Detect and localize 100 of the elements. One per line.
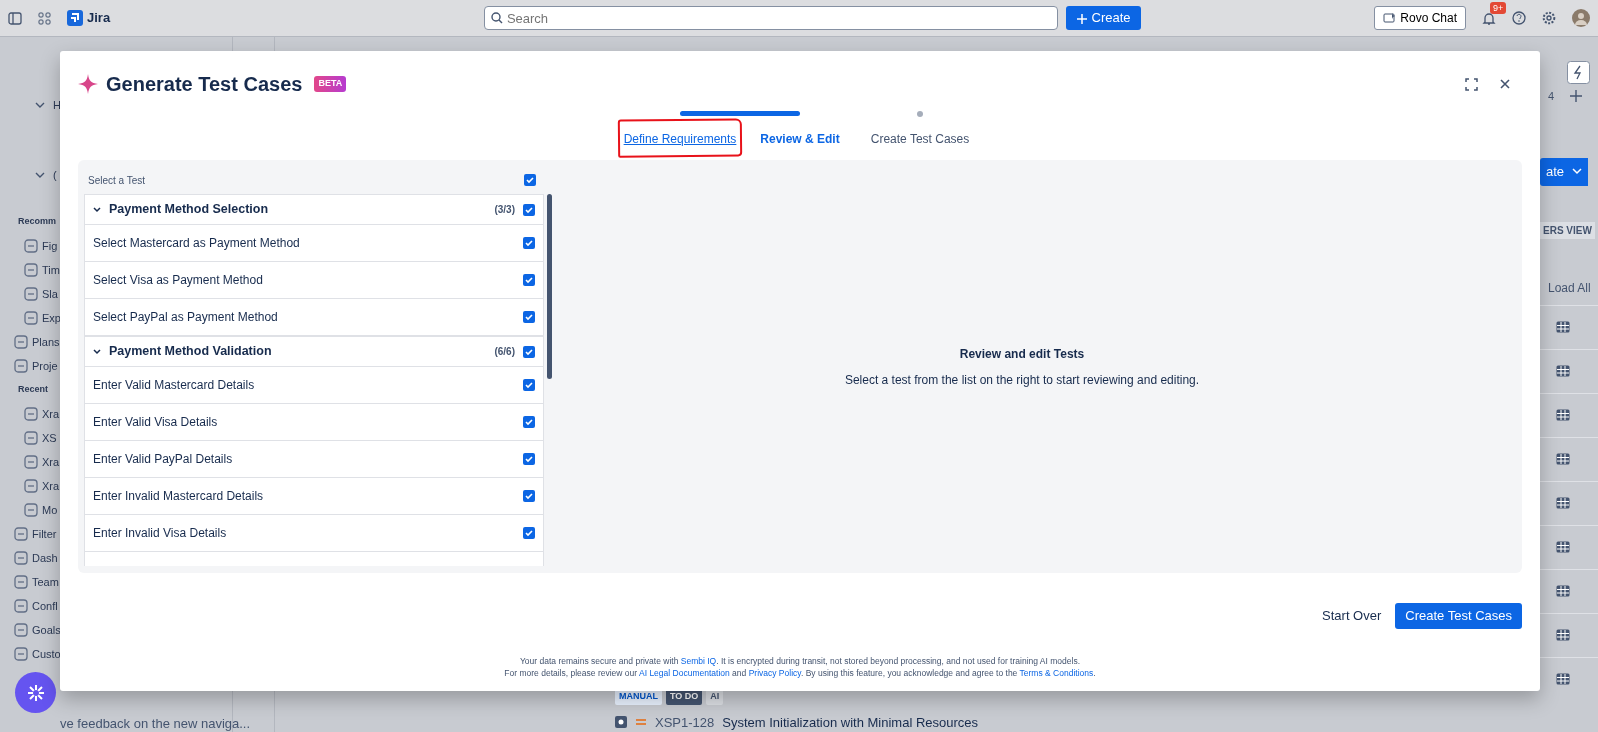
checkbox[interactable]	[523, 345, 535, 358]
notification-icon[interactable]	[1482, 11, 1496, 26]
disclaimer-text: For more details, please review our AI Legal Documentation and Privacy Policy. By using this feature, you acknowledge and agree to the Terms & Conditions.	[503, 667, 1097, 679]
nav-item[interactable]: Goals	[32, 621, 61, 639]
nav-item[interactable]: Filter	[32, 525, 57, 543]
sidebar-toggle-icon[interactable]	[8, 11, 22, 25]
nav-item-icon[interactable]	[24, 503, 38, 517]
checkbox[interactable]	[523, 490, 535, 502]
table-view-icon[interactable]	[1556, 365, 1570, 377]
empty-state-text: Select a test from the list on the right to start reviewing and editing.	[844, 371, 1200, 389]
checkbox[interactable]	[524, 174, 536, 186]
group-title[interactable]: Payment Method Validation	[109, 342, 487, 361]
checkbox[interactable]	[523, 416, 535, 428]
nav-item[interactable]: Sla	[42, 285, 58, 303]
add-icon[interactable]	[1570, 90, 1583, 103]
section-heading: Recent	[18, 383, 48, 397]
nav-item[interactable]: Xra	[42, 405, 60, 423]
rovo-chat-button[interactable]: Rovo Chat	[1374, 6, 1466, 30]
section-title[interactable]: (	[53, 166, 57, 184]
app-name[interactable]: Jira	[87, 8, 111, 28]
table-view-icon[interactable]	[1556, 321, 1570, 333]
table-view-icon[interactable]	[1556, 497, 1570, 509]
nav-item-icon[interactable]	[14, 359, 28, 373]
nav-item-icon[interactable]	[14, 599, 28, 613]
nav-item[interactable]: Mo	[42, 501, 58, 519]
link[interactable]: AI Legal Documentation	[639, 668, 730, 678]
nav-item[interactable]: XS	[42, 429, 57, 447]
create-button[interactable]: Create	[1065, 6, 1141, 30]
table-view-icon[interactable]	[1556, 453, 1570, 465]
checkbox[interactable]	[523, 237, 535, 249]
table-view-icon[interactable]	[1556, 409, 1570, 421]
checkbox[interactable]	[523, 274, 535, 286]
table-view-icon[interactable]	[1556, 673, 1570, 685]
empty-state-title: Review and edit Tests	[959, 345, 1085, 363]
group-count: (3/3)	[494, 203, 515, 217]
issue-type-icon	[615, 716, 627, 729]
step-dot	[917, 111, 923, 117]
nav-item[interactable]: Plans	[32, 333, 60, 351]
step-tab[interactable]: Review & Edit	[760, 130, 840, 148]
checkbox[interactable]	[523, 311, 535, 323]
chevron-icon[interactable]	[93, 205, 101, 214]
search-field[interactable]: Search	[483, 6, 1058, 30]
create-test-cases-button[interactable]: Create Test Cases	[1395, 603, 1522, 629]
load-all-link[interactable]: Load All	[1548, 278, 1591, 297]
nav-item[interactable]: Xra	[42, 453, 60, 471]
step-tab[interactable]: Define Requirements	[623, 130, 737, 148]
nav-item-icon[interactable]	[14, 575, 28, 589]
step-tab[interactable]: Create Test Cases	[870, 130, 970, 148]
feedback-button[interactable]	[15, 672, 56, 713]
start-over-button[interactable]: Start Over	[1316, 605, 1388, 627]
nav-item[interactable]: Confl	[32, 597, 58, 615]
nav-item[interactable]: Xra	[42, 477, 60, 495]
nav-item[interactable]: Dash	[32, 549, 58, 567]
issue-key[interactable]: XSP1-128	[655, 712, 715, 732]
create-button[interactable]: ate	[1540, 157, 1589, 186]
issue-summary[interactable]: System Initialization with Minimal Resources	[722, 712, 979, 732]
nav-item-icon[interactable]	[24, 311, 38, 325]
feedback-link[interactable]: ve feedback on the new naviga...	[60, 714, 251, 732]
beta-badge: BETA	[314, 76, 347, 92]
checkbox[interactable]	[523, 527, 535, 539]
fullscreen-icon[interactable]	[1465, 77, 1478, 91]
nav-item-icon[interactable]	[24, 287, 38, 301]
nav-item[interactable]: Custo	[32, 645, 61, 663]
nav-item-icon[interactable]	[14, 335, 28, 349]
avatar-icon[interactable]	[1572, 9, 1590, 27]
close-icon[interactable]	[1500, 79, 1510, 89]
list-header: Select a Test	[88, 173, 146, 188]
help-icon[interactable]	[1512, 11, 1526, 25]
group-title[interactable]: Payment Method Selection	[109, 200, 487, 219]
logo-icon[interactable]	[67, 10, 83, 26]
table-view-icon[interactable]	[1556, 629, 1570, 641]
checkbox[interactable]	[523, 203, 535, 216]
nav-item-icon[interactable]	[14, 647, 28, 661]
nav-item[interactable]: Tim	[42, 261, 60, 279]
scrollbar-thumb[interactable]	[547, 194, 552, 379]
nav-item-icon[interactable]	[24, 431, 38, 445]
nav-item-icon[interactable]	[24, 455, 38, 469]
section-title[interactable]: H	[53, 96, 61, 114]
nav-item-icon[interactable]	[24, 239, 38, 253]
nav-item-icon[interactable]	[24, 479, 38, 493]
nav-item[interactable]: Fig	[42, 237, 58, 255]
checkbox[interactable]	[523, 453, 535, 465]
count-label: 4	[1548, 89, 1555, 104]
nav-item[interactable]: Exp	[42, 309, 61, 327]
app-switcher-icon[interactable]	[38, 11, 51, 25]
table-view-icon[interactable]	[1556, 541, 1570, 553]
settings-icon[interactable]	[1542, 11, 1556, 25]
nav-item-icon[interactable]	[14, 623, 28, 637]
chevron-icon[interactable]	[93, 347, 101, 356]
nav-item[interactable]: Team	[32, 573, 59, 591]
nav-item-icon[interactable]	[24, 263, 38, 277]
table-view-icon[interactable]	[1556, 585, 1570, 597]
nav-item[interactable]: Proje	[32, 357, 58, 375]
checkbox[interactable]	[523, 379, 535, 391]
automation-button[interactable]	[1567, 61, 1590, 84]
nav-item-icon[interactable]	[14, 551, 28, 565]
nav-item-icon[interactable]	[14, 527, 28, 541]
view-badge: ERS VIEW	[1540, 221, 1595, 239]
nav-item-icon[interactable]	[24, 407, 38, 421]
link[interactable]: Privacy Policy	[748, 668, 801, 678]
